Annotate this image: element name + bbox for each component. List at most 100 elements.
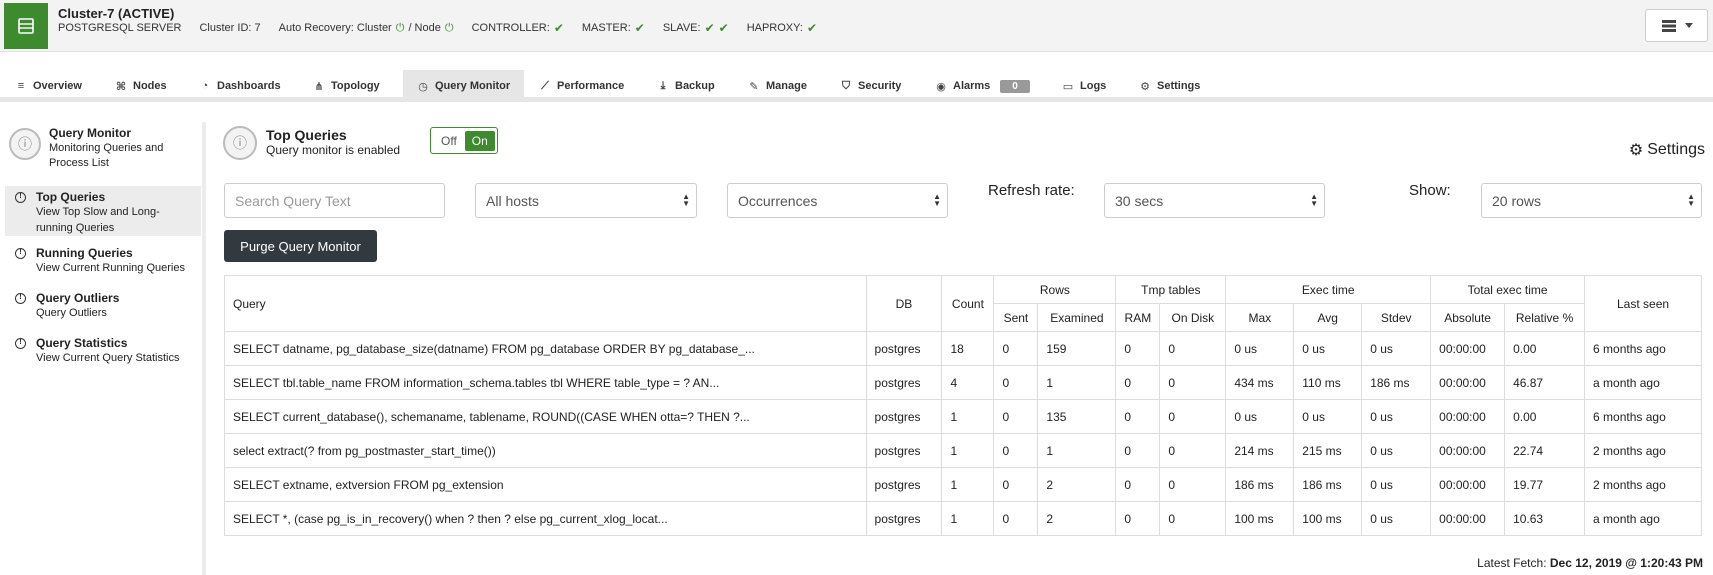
power-icon[interactable]: ⏻ <box>396 22 405 35</box>
tab-label: Security <box>858 80 902 92</box>
tab-dashboards[interactable]: ◔ Dashboards <box>199 70 281 102</box>
tab-manage[interactable]: ✎ Manage <box>748 70 807 102</box>
col-header-stdev[interactable]: Stdev <box>1361 303 1432 332</box>
cluster-actions-button[interactable] <box>1645 9 1708 42</box>
cell-query: SELECT extname, extversion FROM pg_exten… <box>224 467 867 502</box>
cell-examined: 2 <box>1037 501 1117 536</box>
cell-absolute: 00:00:00 <box>1430 365 1506 400</box>
col-header-last-seen[interactable]: Last seen <box>1584 275 1702 332</box>
tab-label: Dashboards <box>217 80 281 92</box>
sidebar-item-title: Query Outliers <box>36 291 120 305</box>
cell-avg: 0 us <box>1293 331 1363 366</box>
cell-sent: 0 <box>993 433 1039 468</box>
table-row[interactable]: SELECT datname, pg_database_size(datname… <box>224 331 1702 366</box>
col-header-avg[interactable]: Avg <box>1293 303 1363 332</box>
sidebar-description: Monitoring Queries and Process List <box>49 142 164 169</box>
hosts-select[interactable]: All hosts ▲ ▼ <box>475 183 697 218</box>
power-icon[interactable]: ⏻ <box>445 22 454 35</box>
tab-nodes[interactable]: ⌘ Nodes <box>115 70 167 102</box>
tab-label: Performance <box>557 80 625 92</box>
table-row[interactable]: SELECT tbl.table_name FROM information_s… <box>224 365 1702 400</box>
col-header-query[interactable]: Query <box>224 275 867 332</box>
col-header-count[interactable]: Count <box>941 275 995 332</box>
sidebar-item-top-queries[interactable]: ! Top Queries View Top Slow and Long-run… <box>5 186 201 236</box>
tab-overview[interactable]: ≡ Overview <box>15 70 82 102</box>
tab-security[interactable]: ⛉ Security <box>840 70 902 102</box>
col-group-total-exec-time: Total exec time <box>1430 275 1586 304</box>
col-header-examined[interactable]: Examined <box>1037 303 1117 332</box>
table-row[interactable]: SELECT extname, extversion FROM pg_exten… <box>224 467 1702 502</box>
page-subtitle: Query monitor is enabled <box>266 143 401 157</box>
cell-query: SELECT datname, pg_database_size(datname… <box>224 331 867 366</box>
caret-down-icon <box>1684 22 1693 28</box>
latest-fetch-value: Dec 12, 2019 @ 1:20:43 PM <box>1549 556 1703 570</box>
main-tabs: ≡ Overview ⌘ Nodes ◔ Dashboards ⋔ Topology ◷… <box>0 70 1713 102</box>
cell-stdev: 0 us <box>1361 433 1432 468</box>
query-monitor-toggle[interactable]: Off On <box>430 127 498 154</box>
check-icon: ✔ <box>704 21 715 35</box>
cluster-title: Cluster-7 (ACTIVE) <box>58 6 175 21</box>
logs-icon: ▭ <box>1062 80 1074 93</box>
tab-alarms[interactable]: ◉ Alarms 0 <box>935 70 1030 102</box>
tab-label: Topology <box>331 80 380 92</box>
col-header-on-disk[interactable]: On Disk <box>1159 303 1227 332</box>
cell-examined: 1 <box>1037 365 1117 400</box>
topology-icon: ⋔ <box>314 80 324 93</box>
cell-last-seen: 2 months ago <box>1584 467 1702 502</box>
server-icon <box>4 3 48 49</box>
clock-icon: ! <box>15 293 26 304</box>
toggle-on[interactable]: On <box>464 130 495 151</box>
tab-settings[interactable]: ⚙ Settings <box>1139 70 1200 102</box>
refresh-rate-select[interactable]: 30 secs ▲ ▼ <box>1104 183 1325 218</box>
sort-select[interactable]: Occurrences ▲ ▼ <box>727 183 948 218</box>
cell-ram: 0 <box>1115 501 1161 536</box>
cell-count: 1 <box>941 501 995 536</box>
tab-logs[interactable]: ▭ Logs <box>1062 70 1106 102</box>
cell-absolute: 00:00:00 <box>1430 399 1506 434</box>
cell-absolute: 00:00:00 <box>1430 467 1506 502</box>
show-label: Show: <box>1409 182 1451 199</box>
sidebar-item-running-queries[interactable]: ! Running Queries View Current Running Q… <box>5 242 201 280</box>
search-input[interactable]: Search Query Text <box>224 183 445 218</box>
table-row[interactable]: select extract(? from pg_postmaster_star… <box>224 433 1702 468</box>
tab-query-monitor[interactable]: ◷ Query Monitor <box>403 70 525 102</box>
cell-db: postgres <box>865 399 943 434</box>
col-header-max[interactable]: Max <box>1225 303 1295 332</box>
controller-status: CONTROLLER: ✔ <box>472 21 564 35</box>
col-header-sent[interactable]: Sent <box>993 303 1039 332</box>
nodes-icon: ⌘ <box>115 80 127 93</box>
cell-examined: 2 <box>1037 467 1117 502</box>
slave-status: SLAVE: ✔ ✔ <box>663 21 729 35</box>
cell-on-disk: 0 <box>1159 433 1227 468</box>
col-header-db[interactable]: DB <box>865 275 943 332</box>
table-row[interactable]: SELECT *, (case pg_is_in_recovery() when… <box>224 501 1702 536</box>
latest-fetch: Latest Fetch: Dec 12, 2019 @ 1:20:43 PM <box>1477 556 1703 570</box>
tab-topology[interactable]: ⋔ Topology <box>313 70 380 102</box>
toggle-off[interactable]: Off <box>433 134 465 148</box>
sidebar-item-query-statistics[interactable]: ! Query Statistics View Current Query St… <box>5 332 201 370</box>
cell-db: postgres <box>865 501 943 536</box>
tab-label: Manage <box>766 80 807 92</box>
col-header-ram[interactable]: RAM <box>1115 303 1161 332</box>
check-icon: ✔ <box>806 21 817 35</box>
col-header-absolute[interactable]: Absolute <box>1430 303 1506 332</box>
settings-link[interactable]: ⚙ Settings <box>1629 140 1705 160</box>
col-header-relative[interactable]: Relative % <box>1504 303 1586 332</box>
tab-performance[interactable]: ⟋ Performance <box>539 70 624 102</box>
sort-select-value: Occurrences <box>738 192 818 209</box>
purge-query-monitor-button[interactable]: Purge Query Monitor <box>224 230 377 262</box>
haproxy-status: HAPROXY: ✔ <box>747 21 817 35</box>
server-type: POSTGRESQL SERVER <box>58 22 182 34</box>
table-body: SELECT datname, pg_database_size(datname… <box>224 331 1702 536</box>
sidebar-item-query-outliers[interactable]: ! Query Outliers Query Outliers <box>5 287 201 325</box>
cluster-status: POSTGRESQL SERVER Cluster ID: 7 Auto Rec… <box>58 21 817 35</box>
cell-ram: 0 <box>1115 365 1161 400</box>
table-row[interactable]: SELECT current_database(), schemaname, t… <box>224 399 1702 434</box>
cell-count: 1 <box>941 467 995 502</box>
check-icon: ✔ <box>718 21 729 35</box>
show-rows-select[interactable]: 20 rows ▲ ▼ <box>1481 183 1702 218</box>
cell-stdev: 186 ms <box>1361 365 1432 400</box>
sidebar-title: Query Monitor <box>49 126 132 140</box>
tab-backup[interactable]: ⤓ Backup <box>657 70 715 102</box>
auto-recovery-label: Auto Recovery: Cluster <box>278 22 392 34</box>
